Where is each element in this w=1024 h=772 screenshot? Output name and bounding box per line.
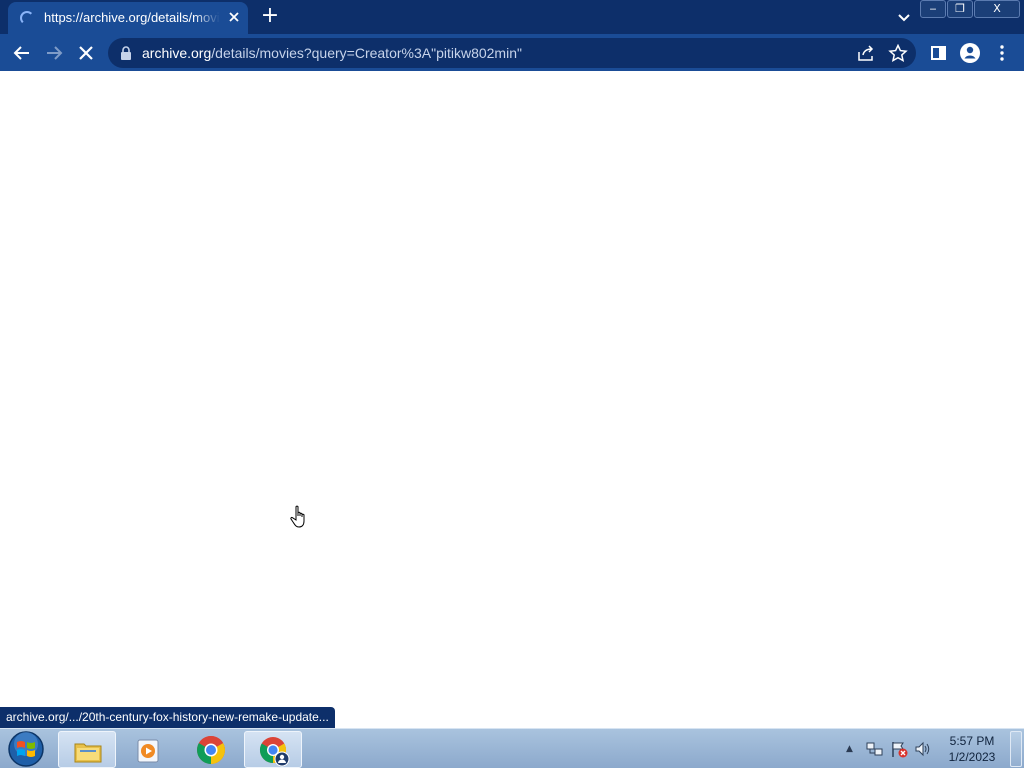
loading-spinner-icon: [20, 11, 34, 25]
network-icon[interactable]: [866, 740, 884, 758]
minimize-button[interactable]: ‒: [920, 0, 946, 18]
stop-loading-button[interactable]: [72, 39, 100, 67]
menu-button[interactable]: [988, 39, 1016, 67]
share-icon[interactable]: [856, 44, 876, 62]
back-button[interactable]: [8, 39, 36, 67]
taskbar-media-player[interactable]: [120, 731, 178, 768]
start-button[interactable]: [6, 730, 46, 768]
window-controls: ‒ ❐ X: [919, 0, 1020, 18]
address-path: /details/movies?query=Creator%3A"pitikw8…: [211, 45, 522, 61]
tab-search-button[interactable]: [893, 7, 915, 29]
close-window-button[interactable]: X: [974, 0, 1020, 18]
system-clock[interactable]: 5:57 PM 1/2/2023: [940, 733, 1004, 765]
profile-button[interactable]: [956, 39, 984, 67]
tab-strip: https://archive.org/details/movies?query…: [0, 0, 1024, 34]
taskbar-file-explorer[interactable]: [58, 731, 116, 768]
forward-button[interactable]: [40, 39, 68, 67]
close-icon: [229, 12, 239, 22]
chevron-down-icon: [898, 14, 910, 22]
more-vertical-icon: [1000, 45, 1004, 61]
address-bar[interactable]: archive.org/details/movies?query=Creator…: [108, 38, 916, 68]
chrome-profile-icon: [259, 737, 290, 767]
action-center-flag-icon[interactable]: [890, 740, 908, 758]
arrow-right-icon: [47, 46, 63, 60]
address-host: archive.org: [142, 45, 212, 61]
browser-toolbar: archive.org/details/movies?query=Creator…: [0, 34, 1024, 71]
bookmark-star-icon[interactable]: [888, 44, 908, 62]
tab-close-button[interactable]: [224, 7, 244, 27]
show-desktop-button[interactable]: [1010, 731, 1022, 767]
hand-cursor-icon: [290, 505, 305, 528]
clock-date: 1/2/2023: [948, 750, 996, 764]
taskbar: ▲ 5:57 PM 1/2/2023: [0, 728, 1024, 768]
side-panel-button[interactable]: [924, 39, 952, 67]
side-panel-icon: [931, 46, 946, 60]
browser-tab[interactable]: https://archive.org/details/movies?query…: [8, 2, 248, 34]
chrome-icon: [197, 736, 225, 764]
taskbar-chrome[interactable]: [182, 731, 240, 768]
lock-icon[interactable]: [120, 46, 132, 60]
clock-time: 5:57 PM: [949, 734, 995, 748]
close-icon: [79, 46, 93, 60]
taskbar-chrome-profile[interactable]: [244, 731, 302, 768]
volume-icon[interactable]: [914, 740, 932, 758]
show-hidden-icons-button[interactable]: ▲: [846, 739, 856, 759]
address-url[interactable]: archive.org/details/movies?query=Creator…: [142, 45, 522, 61]
page-content: [0, 71, 1024, 728]
media-player-icon: [137, 739, 159, 763]
windows-orb-icon: [8, 731, 44, 767]
restore-button[interactable]: ❐: [947, 0, 973, 18]
new-tab-button[interactable]: +: [257, 4, 283, 30]
avatar-icon: [960, 43, 980, 63]
tab-title: https://archive.org/details/movies?query…: [44, 10, 220, 25]
arrow-left-icon: [13, 46, 29, 60]
folder-icon: [74, 743, 102, 763]
link-status-bubble: archive.org/.../20th-century-fox-history…: [0, 707, 335, 728]
